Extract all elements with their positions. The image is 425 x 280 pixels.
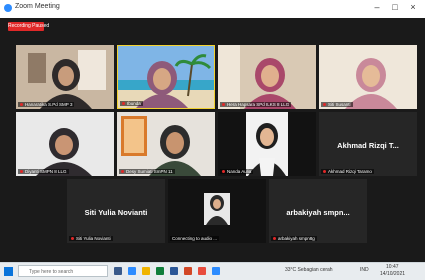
search-placeholder: Type here to search bbox=[29, 269, 74, 275]
participant-name: Siti Susanti bbox=[321, 102, 353, 107]
zoom-taskbar-icon[interactable] bbox=[212, 267, 220, 275]
participant-video bbox=[218, 45, 316, 109]
participant-tile[interactable]: Hanaratika S.Pd SMP 3 bbox=[16, 45, 114, 109]
participant-video bbox=[118, 46, 214, 108]
participant-name: arbakiyah smpn8g bbox=[271, 236, 317, 241]
participant-tile[interactable]: Nanda Aulia bbox=[218, 112, 316, 176]
windows-start-icon[interactable] bbox=[4, 267, 13, 276]
muted-icon bbox=[121, 170, 124, 173]
participant-name: Desy Sumiati SmPN 11 bbox=[119, 169, 175, 174]
word-icon[interactable] bbox=[170, 267, 178, 275]
participant-tile[interactable]: Hera Hapsara SPd ILKS 8 LLG bbox=[218, 45, 316, 109]
participant-display-name: Siti Yulia Novianti bbox=[84, 207, 148, 217]
participant-video bbox=[16, 45, 114, 109]
task-view-icon[interactable] bbox=[114, 267, 122, 275]
muted-icon bbox=[273, 237, 276, 240]
muted-icon bbox=[20, 103, 23, 106]
participant-name: Siti Yulia Novianti bbox=[69, 236, 113, 241]
participant-tile[interactable]: arbakiyah smpn... arbakiyah smpn8g bbox=[269, 179, 367, 243]
file-explorer-icon[interactable] bbox=[142, 267, 150, 275]
muted-icon bbox=[20, 170, 23, 173]
muted-icon bbox=[323, 103, 326, 106]
participant-tile[interactable]: Connecting to audio ... bbox=[168, 179, 266, 243]
window-title: Zoom Meeting bbox=[15, 3, 60, 10]
participant-video bbox=[319, 45, 417, 109]
video-gallery: Hanaratika S.Pd SMP 3 Ibunda Hera Hapsar… bbox=[0, 18, 425, 262]
zoom-app-icon bbox=[4, 4, 12, 12]
participant-video bbox=[117, 112, 215, 176]
participant-tile-active[interactable]: Ibunda bbox=[117, 45, 215, 109]
participant-display-name: arbakiyah smpn... bbox=[286, 207, 350, 217]
chrome-icon[interactable] bbox=[198, 267, 206, 275]
participant-name: Hanaratika S.Pd SMP 3 bbox=[18, 102, 75, 107]
clock-time[interactable]: 10:47 bbox=[386, 264, 399, 270]
participant-name: Hera Hapsara SPd ILKS 8 LLG bbox=[220, 102, 292, 107]
participant-name: Diyanti SMPN 8 LLG bbox=[18, 169, 69, 174]
clock-date[interactable]: 14/10/2021 bbox=[380, 271, 405, 277]
recording-paused-badge[interactable]: Recording Paused bbox=[8, 22, 49, 31]
participant-video bbox=[204, 193, 230, 225]
participant-name: Connecting to audio ... bbox=[170, 236, 220, 241]
taskbar: Type here to search 33°C Sebagian cerah … bbox=[0, 262, 425, 280]
participant-tile[interactable]: Diyanti SMPN 8 LLG bbox=[16, 112, 114, 176]
muted-icon bbox=[222, 103, 225, 106]
excel-icon[interactable] bbox=[156, 267, 164, 275]
participant-name: Ibunda bbox=[120, 101, 143, 106]
weather-widget[interactable]: 33°C Sebagian cerah bbox=[285, 267, 333, 273]
close-button[interactable]: × bbox=[406, 2, 420, 12]
muted-icon bbox=[122, 102, 125, 105]
muted-icon bbox=[323, 170, 326, 173]
muted-icon bbox=[222, 170, 225, 173]
muted-icon bbox=[71, 237, 74, 240]
participant-name: Akhmad Rizqi Taramo bbox=[321, 169, 374, 174]
participant-video bbox=[16, 112, 114, 176]
participant-tile[interactable]: Desy Sumiati SmPN 11 bbox=[117, 112, 215, 176]
participant-display-name: Akhmad Rizqi T... bbox=[337, 140, 399, 150]
participant-tile[interactable]: Akhmad Rizqi T... Akhmad Rizqi Taramo bbox=[319, 112, 417, 176]
participant-name: Nanda Aulia bbox=[220, 169, 254, 174]
participant-tile[interactable]: Siti Yulia Novianti Siti Yulia Novianti bbox=[67, 179, 165, 243]
title-bar: Zoom Meeting – □ × bbox=[0, 0, 425, 18]
language-indicator[interactable]: IND bbox=[360, 267, 369, 273]
taskbar-search-input[interactable]: Type here to search bbox=[18, 265, 108, 277]
powerpoint-icon[interactable] bbox=[184, 267, 192, 275]
maximize-button[interactable]: □ bbox=[388, 2, 402, 12]
edge-icon[interactable] bbox=[128, 267, 136, 275]
minimize-button[interactable]: – bbox=[370, 2, 384, 12]
participant-tile[interactable]: Siti Susanti bbox=[319, 45, 417, 109]
participant-video bbox=[246, 112, 288, 176]
